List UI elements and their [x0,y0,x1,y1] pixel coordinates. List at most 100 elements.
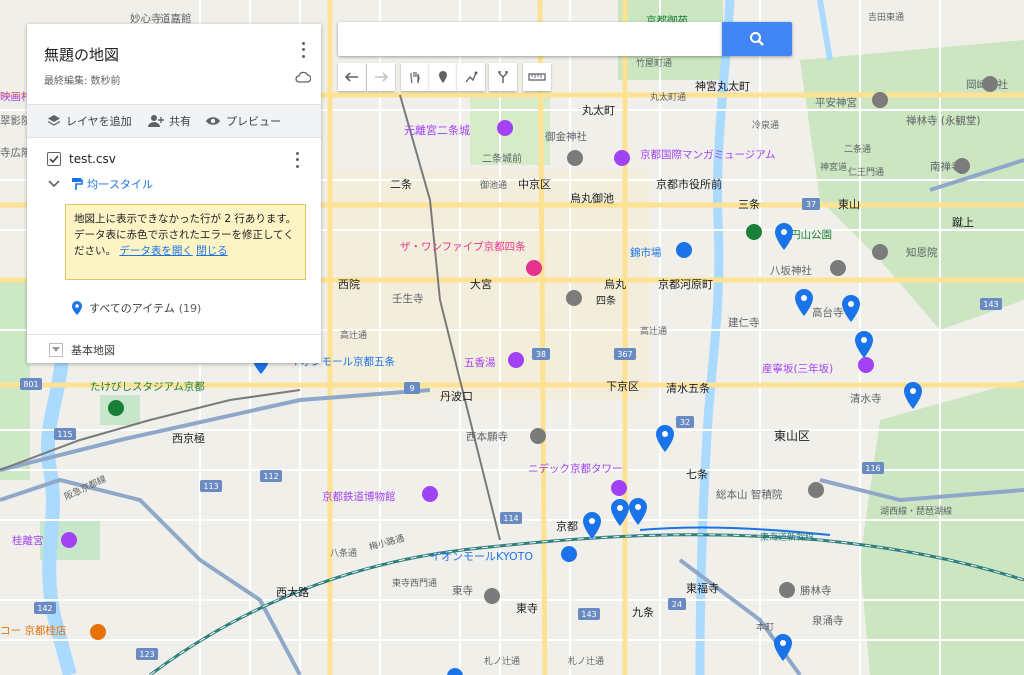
map-label: 西京極 [172,431,205,445]
undo-button[interactable] [338,63,366,91]
poi-label[interactable]: コー 京都桂店 [0,624,66,637]
svg-text:115: 115 [57,430,72,439]
svg-text:112: 112 [263,472,278,481]
map-label: 建仁寺 [728,316,760,329]
svg-text:38: 38 [536,350,546,359]
svg-text:143: 143 [983,300,998,309]
poi-label[interactable]: 産寧坂(三年坂) [762,362,833,375]
map-label: 丹波口 [440,390,473,403]
chevron-down-icon [52,346,60,352]
directions-button[interactable] [489,63,517,91]
add-marker-button[interactable] [429,63,457,91]
person-add-icon [148,115,164,127]
map-label: 高台寺 [812,306,844,319]
poi-label[interactable]: 五香湯 [464,357,496,369]
map-label: 本町 [756,621,774,633]
map-label: 仁王門通 [848,166,884,178]
road-shield: 38 [532,348,550,360]
map-label: 四条 [596,294,616,307]
poi-label[interactable]: ザ・ワンファイブ京都四条 [400,240,526,253]
road-shield: 115 [54,428,76,440]
poi-label[interactable]: 錦市場 [630,246,662,259]
select-items-button[interactable] [401,63,429,91]
road-shield: 142 [34,602,56,614]
map-title[interactable]: 無題の地図 [44,44,119,65]
map-label: 二条城前 [482,152,522,165]
map-label: 東山区 [774,429,810,443]
map-label: 札ノ辻通 [568,655,604,667]
hand-icon [410,72,420,84]
road-shield: 367 [614,348,636,360]
marker-icon [439,71,447,83]
road-shield: 113 [200,480,222,492]
map-label: 円山公園 [790,229,832,241]
layer-name[interactable]: test.csv [69,152,116,166]
close-warning-link[interactable]: 閉じる [196,245,228,257]
map-label: 東福寺 [686,581,719,595]
poi-label[interactable]: 京都鉄道博物館 [322,490,396,503]
map-label: 泉涌寺 [812,614,844,627]
search-input[interactable] [338,22,722,56]
map-label: 東寺西門通 [392,577,437,589]
map-label: 湖西線・琵琶湖線 [880,505,952,517]
add-layer-label: レイヤを追加 [66,115,132,128]
add-layer-button[interactable]: レイヤを追加 [47,113,132,129]
road-shield: 112 [260,470,282,482]
poi-label[interactable]: イオンモールKYOTO [430,550,533,563]
measure-button[interactable] [523,63,551,91]
map-label: 下京区 [606,379,639,393]
map-label: 東海道新幹線 [760,531,814,543]
poi-label[interactable]: ニデック京都タワー [528,462,623,475]
more-vert-icon [295,151,299,155]
base-map-label: 基本地図 [71,343,115,357]
map-label: 吉田東通 [868,11,904,23]
map-label: 二条 [390,177,412,191]
redo-button[interactable] [367,63,395,91]
map-label: 清水五条 [666,381,710,395]
more-vert-icon [301,41,305,45]
poi-label[interactable]: 桂離宮 [12,534,44,547]
map-label: 三条 [738,197,760,211]
poi-label[interactable]: 御金神社 [545,130,587,143]
base-map-row[interactable]: 基本地図 [27,334,321,364]
share-button[interactable]: 共有 [148,113,191,129]
directions-icon [498,71,508,83]
map-options-button[interactable] [295,40,311,60]
redo-icon [375,72,389,82]
svg-text:32: 32 [680,418,690,427]
draw-line-button[interactable] [457,63,485,91]
map-label: 七条 [686,467,708,481]
import-warning: 地図上に表示できなかった行が 2 行あります。データ表に赤色で示されたエラーを修… [65,204,306,280]
poi-label[interactable]: たけびしスタジアム京都 [90,380,205,393]
map-label: 高辻通 [640,325,667,337]
map-label: 勝林寺 [800,584,832,597]
layer-style-row[interactable]: 均一スタイル [47,176,153,192]
map-label: 神宮丸太町 [695,79,750,93]
map-label: 総本山 智積院 [716,488,783,501]
road-shield: 143 [980,298,1002,310]
poi-label[interactable]: 元離宮二条城 [404,123,470,137]
road-shield: 9 [404,382,420,394]
map-label: 冷泉通 [752,119,779,131]
map-label: 竹屋町通 [636,57,672,69]
map-label: 壬生寺 [392,292,424,305]
svg-text:113: 113 [203,482,218,491]
search-button[interactable] [722,22,792,56]
map-label: 中京区 [518,177,551,191]
open-data-table-link[interactable]: データ表を開く [119,245,193,257]
map-label: 西大路 [276,585,309,599]
draw-line-icon [465,71,478,83]
last-edited-status: 最終編集: 数秒前 [44,76,121,87]
road-shield: 37 [802,198,820,210]
all-items-row[interactable]: すべてのアイテム (19) [71,300,201,316]
map-label: 九条 [632,605,654,619]
map-label: 二条通 [844,143,871,155]
preview-button[interactable]: プレビュー [205,113,281,129]
base-map-expand[interactable] [49,342,63,357]
poi-label[interactable]: 京都国際マンガミュージアム [640,148,776,161]
map-label: 八坂神社 [770,264,812,277]
layer-options-button[interactable] [289,150,305,170]
layer-visibility-checkbox[interactable] [47,152,61,166]
uniform-style-link[interactable]: 均一スタイル [87,176,153,192]
map-label: 東寺 [516,602,538,615]
